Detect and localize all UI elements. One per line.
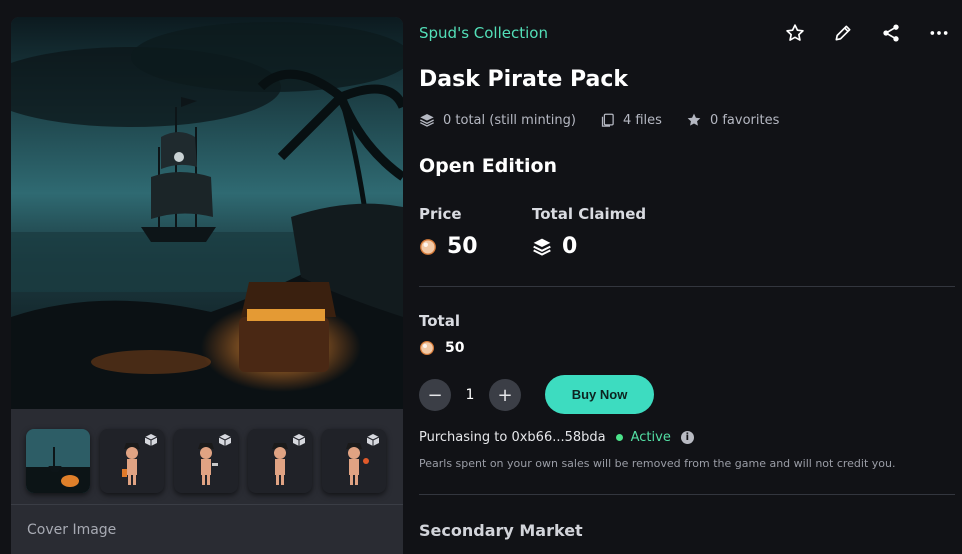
pencil-icon	[835, 25, 851, 41]
more-icon	[930, 31, 948, 35]
secondary-market-heading: Secondary Market	[419, 521, 583, 540]
stat-files: 4 files	[600, 112, 662, 128]
star-icon	[687, 113, 701, 126]
stat-total-text: 0 total (still minting)	[443, 112, 576, 128]
thumbnail-pirate-3[interactable]	[248, 429, 312, 493]
stat-favorites: 0 favorites	[686, 112, 779, 128]
thumbnail-pirate-4[interactable]	[322, 429, 386, 493]
claimed-label: Total Claimed	[532, 205, 647, 223]
price-label: Price	[419, 205, 462, 223]
claimed-amount: 0	[562, 234, 578, 259]
edit-button[interactable]	[832, 20, 854, 46]
favorite-button[interactable]	[784, 20, 806, 46]
media-caption: Cover Image	[27, 522, 117, 538]
price-amount: 50	[447, 234, 478, 259]
pearl-icon	[420, 341, 434, 355]
purchase-status: Purchasing to 0xb66...58bda Active i	[419, 430, 694, 445]
quantity-value[interactable]: 1	[451, 387, 489, 403]
star-outline-icon	[786, 24, 804, 41]
share-icon	[883, 24, 899, 42]
total-label: Total	[419, 312, 460, 330]
buy-now-button[interactable]: Buy Now	[545, 375, 654, 414]
media-panel: Cover Image	[11, 17, 403, 554]
stat-total: 0 total (still minting)	[419, 112, 576, 128]
stack-icon	[420, 114, 434, 127]
files-icon	[601, 113, 614, 127]
stats-row: 0 total (still minting) 4 files 0 favori…	[419, 112, 803, 128]
price-value: 50	[419, 234, 478, 259]
thumbnail-strip	[11, 409, 403, 505]
decrease-quantity-button[interactable]: −	[419, 379, 451, 411]
collection-link[interactable]: Spud's Collection	[419, 24, 548, 42]
divider	[419, 494, 955, 495]
cube-icon	[218, 434, 232, 446]
total-value: 50	[419, 340, 464, 356]
cube-icon	[292, 434, 306, 446]
increase-quantity-button[interactable]: +	[489, 379, 521, 411]
quantity-stepper: − 1 +	[419, 379, 521, 411]
purchase-note: Pearls spent on your own sales will be r…	[419, 457, 896, 470]
layers-icon	[533, 238, 551, 256]
more-button[interactable]	[928, 20, 950, 46]
info-icon[interactable]: i	[680, 431, 694, 444]
status-badge: Active	[630, 430, 671, 445]
stat-favorites-text: 0 favorites	[709, 112, 780, 128]
cover-image[interactable]	[11, 17, 403, 409]
cube-icon	[144, 434, 158, 446]
page-title: Dask Pirate Pack	[419, 67, 628, 92]
pearl-icon	[420, 238, 436, 255]
share-button[interactable]	[880, 20, 902, 46]
cube-icon	[366, 434, 380, 446]
claimed-value: 0	[532, 234, 577, 259]
thumbnail-pirate-2[interactable]	[174, 429, 238, 493]
edition-heading: Open Edition	[419, 155, 558, 177]
total-amount: 50	[445, 340, 465, 356]
thumbnail-pirate-1[interactable]	[100, 429, 164, 493]
divider	[419, 286, 955, 287]
status-dot	[615, 434, 623, 441]
thumbnail-cover[interactable]	[26, 429, 90, 493]
action-toolbar	[784, 20, 950, 46]
purchasing-address: Purchasing to 0xb66...58bda	[419, 430, 606, 445]
stat-files-text: 4 files	[622, 112, 662, 128]
